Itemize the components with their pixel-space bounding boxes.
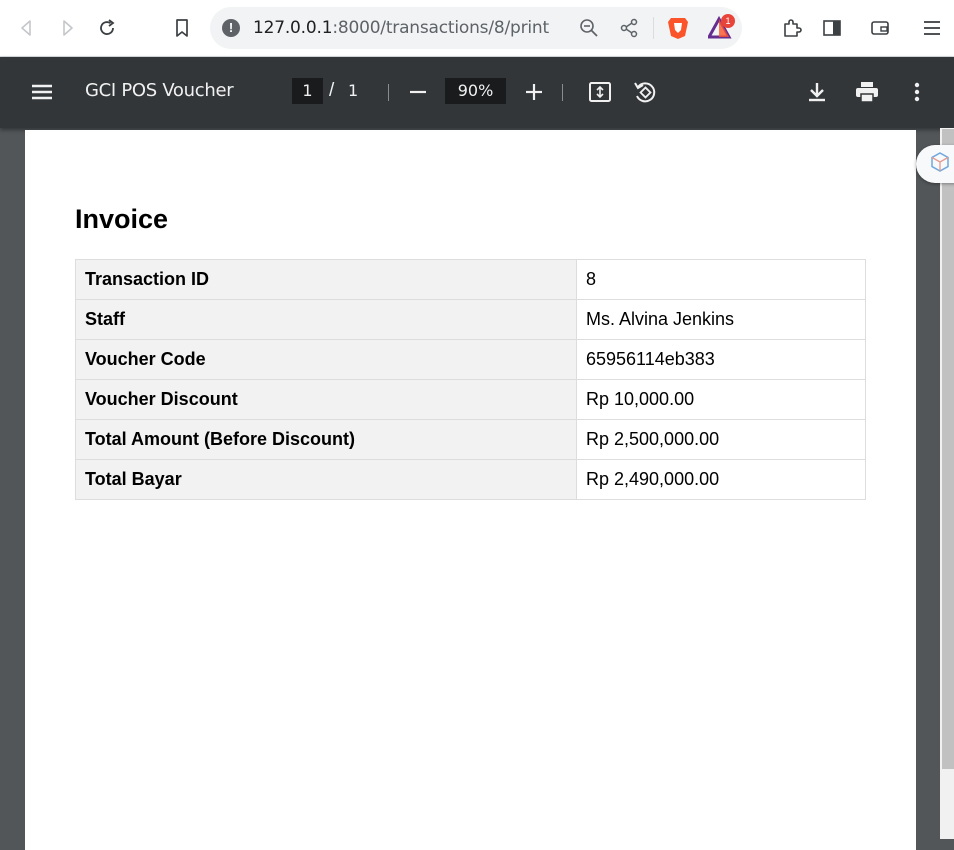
row-value: Rp 2,500,000.00	[576, 419, 866, 460]
pdf-zoom-out-icon[interactable]	[404, 78, 432, 106]
forward-icon[interactable]	[55, 16, 79, 40]
info-icon[interactable]: !	[222, 19, 240, 37]
back-icon[interactable]	[15, 16, 39, 40]
table-row: Total Amount (Before Discount) Rp 2,500,…	[75, 419, 866, 460]
rotate-icon[interactable]	[631, 78, 659, 106]
browser-toolbar: ! 127.0.0.1:8000/transactions/8/print 1	[0, 0, 954, 57]
table-row: Voucher Code 65956114eb383	[75, 339, 866, 380]
notification-badge: 1	[721, 14, 735, 28]
address-divider	[653, 17, 654, 39]
page-number-input[interactable]: 1	[292, 78, 323, 104]
row-label: Voucher Code	[75, 339, 577, 380]
cube-icon	[929, 151, 951, 178]
pdf-zoom-in-icon[interactable]	[520, 78, 548, 106]
toolbar-divider	[388, 84, 389, 101]
row-label: Voucher Discount	[75, 379, 577, 420]
page-total: 1	[348, 81, 359, 100]
url-host: 127.0.0.1	[253, 18, 333, 38]
zoom-input[interactable]: 90%	[445, 78, 506, 104]
sidebar-icon[interactable]	[820, 16, 844, 40]
wallet-icon[interactable]	[868, 16, 892, 40]
table-row: Staff Ms. Alvina Jenkins	[75, 299, 866, 340]
zoom-out-icon[interactable]	[579, 18, 599, 43]
url-path: :8000/transactions/8/print	[332, 18, 549, 38]
brave-shield-icon[interactable]	[667, 16, 689, 45]
table-row: Transaction ID 8	[75, 259, 866, 300]
row-label: Total Amount (Before Discount)	[75, 419, 577, 460]
fit-page-icon[interactable]	[586, 78, 614, 106]
url-text[interactable]: 127.0.0.1:8000/transactions/8/print	[253, 18, 549, 38]
pdf-toolbar: GCI POS Voucher 1 / 1 90%	[0, 57, 954, 128]
pdf-title: GCI POS Voucher	[85, 80, 234, 101]
row-label: Transaction ID	[75, 259, 577, 300]
address-bar[interactable]: ! 127.0.0.1:8000/transactions/8/print 1	[210, 7, 742, 49]
extensions-icon[interactable]	[780, 16, 804, 40]
print-icon[interactable]	[853, 78, 881, 106]
share-icon[interactable]	[619, 18, 639, 43]
row-value: Ms. Alvina Jenkins	[576, 299, 866, 340]
download-icon[interactable]	[803, 78, 831, 106]
row-value: 65956114eb383	[576, 339, 866, 380]
toolbar-divider	[562, 84, 563, 101]
row-value: Rp 2,490,000.00	[576, 459, 866, 500]
row-value: 8	[576, 259, 866, 300]
pdf-menu-icon[interactable]	[28, 78, 56, 106]
brave-rewards-icon[interactable]: 1	[706, 14, 735, 45]
bookmark-icon[interactable]	[170, 16, 194, 40]
reload-icon[interactable]	[95, 16, 119, 40]
scrollbar-thumb[interactable]	[942, 129, 954, 769]
row-value: Rp 10,000.00	[576, 379, 866, 420]
side-panel-tab[interactable]	[916, 145, 954, 183]
invoice-heading: Invoice	[75, 204, 169, 234]
row-label: Total Bayar	[75, 459, 577, 500]
table-row: Total Bayar Rp 2,490,000.00	[75, 459, 866, 500]
page-separator: /	[329, 80, 335, 101]
menu-icon[interactable]	[920, 16, 944, 40]
pdf-page: Invoice Transaction ID 8 Staff Ms. Alvin…	[25, 130, 916, 850]
table-row: Voucher Discount Rp 10,000.00	[75, 379, 866, 420]
invoice-table: Transaction ID 8 Staff Ms. Alvina Jenkin…	[75, 259, 866, 500]
more-icon[interactable]	[903, 78, 931, 106]
row-label: Staff	[75, 299, 577, 340]
